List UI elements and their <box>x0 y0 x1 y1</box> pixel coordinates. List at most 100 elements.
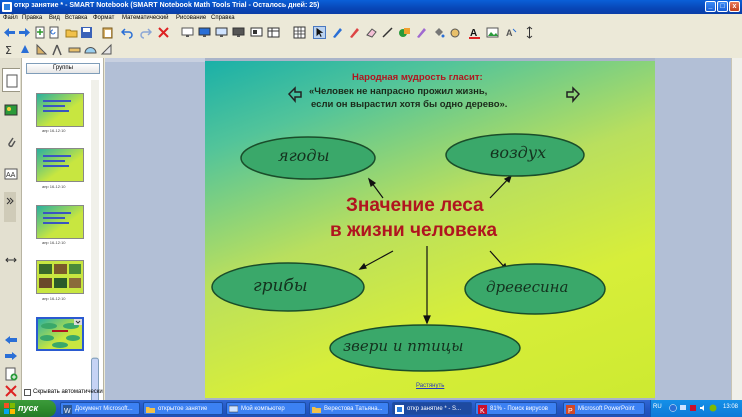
svg-text:P: P <box>568 408 573 414</box>
thumbnail-4-label: апр 16-12:10 <box>42 296 66 301</box>
save-icon[interactable] <box>80 26 93 39</box>
maximize-button[interactable]: □ <box>717 1 728 12</box>
connector-mushrooms-arrowhead <box>358 262 367 270</box>
volume-icon[interactable] <box>699 404 707 412</box>
svg-text:Σ: Σ <box>5 44 12 56</box>
paste-icon[interactable] <box>101 26 114 39</box>
page-thumbnail-4[interactable] <box>36 260 84 294</box>
thumbnail-menu-arrow-icon[interactable] <box>74 319 82 325</box>
tab-page-sorter[interactable] <box>2 68 20 92</box>
set-square-icon[interactable] <box>100 43 113 56</box>
network-icon[interactable] <box>679 404 687 412</box>
start-button[interactable]: пуск <box>0 400 56 417</box>
task-powerpoint[interactable]: P Microsoft PowerPoint <box>563 402 645 415</box>
protractor-icon[interactable] <box>84 43 97 56</box>
help-icon[interactable] <box>669 404 677 412</box>
shapes-icon[interactable] <box>398 26 411 39</box>
menu-edit[interactable]: Правка <box>22 15 42 21</box>
move-toolbar-icon[interactable] <box>523 26 536 39</box>
add-page-side-icon[interactable] <box>4 367 18 381</box>
task-label: откр занятие * - S... <box>407 406 462 412</box>
font-style-icon[interactable]: A <box>505 26 518 39</box>
auto-hide-checkbox[interactable] <box>24 389 31 396</box>
expand-link[interactable]: Растянуть <box>416 383 444 389</box>
tab-properties[interactable]: AA <box>2 162 20 186</box>
page-icon[interactable] <box>48 26 61 39</box>
node-berries-text: ягоды <box>278 146 330 165</box>
language-indicator[interactable]: RU <box>653 404 662 410</box>
page-thumbnail-3[interactable] <box>36 205 84 239</box>
previous-page-icon[interactable] <box>4 335 18 345</box>
groups-button[interactable]: Группы <box>26 63 100 74</box>
smart-tray-icon[interactable] <box>709 404 717 412</box>
sorter-scrollbar[interactable] <box>91 80 99 417</box>
page-thumbnail-2[interactable] <box>36 148 84 182</box>
text-color-icon[interactable]: A <box>468 26 481 39</box>
redo-icon[interactable] <box>139 26 152 39</box>
forward-arrow-icon[interactable] <box>18 26 31 39</box>
full-screen-icon[interactable] <box>198 26 211 39</box>
menu-draw[interactable]: Рисование <box>176 15 206 21</box>
menu-file[interactable]: Файл <box>3 15 18 21</box>
node-wood-text: древесина <box>486 278 569 296</box>
antivirus-tray-icon[interactable] <box>689 404 697 412</box>
geometry-icon[interactable] <box>35 43 48 56</box>
menu-math[interactable]: Математический <box>122 15 169 21</box>
next-arrow-icon[interactable] <box>566 86 581 104</box>
resize-arrows-icon[interactable] <box>5 256 17 264</box>
tab-gallery[interactable] <box>2 98 20 122</box>
undo-icon[interactable] <box>121 26 134 39</box>
task-word-document[interactable]: W Документ Microsoft... <box>60 402 140 415</box>
task-smart-notebook-active[interactable]: откр занятие * - S... <box>392 402 472 415</box>
svg-text:A: A <box>506 28 513 38</box>
delete-page-icon[interactable] <box>4 385 18 397</box>
dual-display-icon[interactable] <box>232 26 245 39</box>
menu-insert[interactable]: Вставка <box>65 15 87 21</box>
compass-icon[interactable] <box>51 43 64 56</box>
fill-icon[interactable] <box>432 26 445 39</box>
ruler-icon[interactable] <box>68 43 81 56</box>
expand-handle-icon[interactable] <box>4 192 16 222</box>
add-page-icon[interactable] <box>34 26 47 39</box>
node-air-text: воздух <box>490 143 547 162</box>
canvas-vertical-scrollbar[interactable] <box>731 58 742 400</box>
magic-pen-icon[interactable] <box>415 26 428 39</box>
page-sorter-icon <box>6 74 18 88</box>
close-button[interactable]: x <box>729 1 740 12</box>
screen-capture-icon[interactable] <box>215 26 228 39</box>
task-folder-verestova[interactable]: Верестова Татьяна... <box>309 402 389 415</box>
creative-pen-icon[interactable] <box>348 26 361 39</box>
line-icon[interactable] <box>381 26 394 39</box>
tab-attachments[interactable] <box>2 130 20 154</box>
task-folder-open-lesson[interactable]: открытое занятие <box>143 402 223 415</box>
menu-view[interactable]: Вид <box>49 15 60 21</box>
table-icon[interactable] <box>267 26 280 39</box>
antivirus-icon: K <box>478 405 487 414</box>
screen-shade-icon[interactable] <box>181 26 194 39</box>
document-camera-icon[interactable] <box>250 26 263 39</box>
delete-icon[interactable] <box>157 26 170 39</box>
page-thumbnail-1[interactable] <box>36 93 84 127</box>
center-title-line-2: в жизни человека <box>330 220 498 241</box>
previous-arrow-icon[interactable] <box>287 86 302 104</box>
open-folder-icon[interactable] <box>65 26 78 39</box>
pen-icon[interactable] <box>331 26 344 39</box>
shape-recognition-icon[interactable] <box>19 43 32 56</box>
sigma-icon[interactable]: Σ <box>3 43 16 56</box>
menu-help[interactable]: Справка <box>211 15 235 21</box>
auto-hide-label: Скрывать автоматически <box>33 389 103 395</box>
folder-icon <box>312 407 321 413</box>
insert-picture-icon[interactable] <box>486 26 499 39</box>
select-arrow-icon[interactable] <box>313 26 326 39</box>
task-antivirus-scan[interactable]: K 81% - Поиск вирусов <box>475 402 557 415</box>
grid-table-icon[interactable] <box>293 26 306 39</box>
page-thumbnail-5-selected[interactable] <box>36 317 84 351</box>
task-label: Документ Microsoft... <box>75 406 133 412</box>
eraser-icon[interactable] <box>365 26 378 39</box>
next-page-icon[interactable] <box>4 351 18 361</box>
back-arrow-icon[interactable] <box>3 26 16 39</box>
task-my-computer[interactable]: Мой компьютер <box>226 402 306 415</box>
menu-format[interactable]: Формат <box>93 15 114 21</box>
properties-icon[interactable] <box>449 26 462 39</box>
minimize-button[interactable]: _ <box>705 1 716 12</box>
